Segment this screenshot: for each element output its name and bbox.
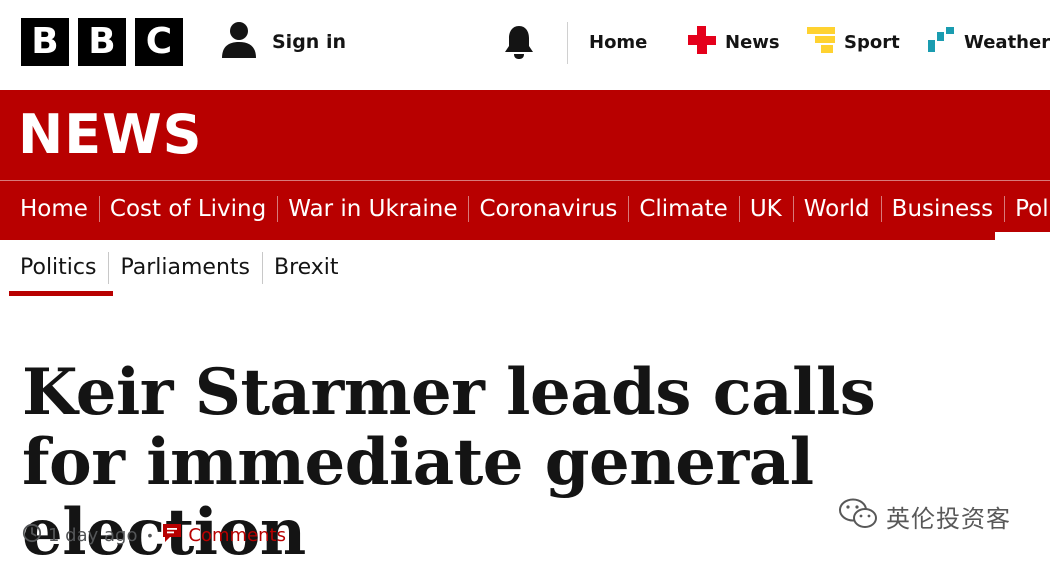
section-nav-world[interactable]: World bbox=[792, 181, 881, 237]
news-icon bbox=[688, 25, 716, 59]
section-nav-home[interactable]: Home bbox=[0, 181, 99, 237]
article-meta: 1 day ago • Comments bbox=[22, 521, 286, 549]
topnav-home[interactable]: Home bbox=[589, 22, 647, 62]
sub-nav-parliaments[interactable]: Parliaments bbox=[108, 244, 262, 292]
sub-nav-politics[interactable]: Politics bbox=[0, 244, 108, 292]
comments-link[interactable]: Comments bbox=[162, 523, 286, 548]
section-nav-coronavirus[interactable]: Coronavirus bbox=[468, 181, 628, 237]
meta-separator: • bbox=[147, 527, 153, 543]
published-time: 1 day ago bbox=[48, 524, 138, 546]
sub-nav: Politics Parliaments Brexit bbox=[0, 244, 351, 292]
news-wordmark[interactable]: NEWS bbox=[18, 104, 203, 166]
topnav-news-label: News bbox=[725, 31, 780, 53]
watermark-text: 英伦投资客 bbox=[886, 504, 1011, 533]
top-divider bbox=[567, 22, 568, 64]
section-nav-climate[interactable]: Climate bbox=[628, 181, 739, 237]
masthead-notch bbox=[995, 232, 1050, 240]
user-icon bbox=[220, 20, 258, 65]
active-subnav-indicator bbox=[9, 291, 113, 296]
comments-label: Comments bbox=[188, 524, 286, 546]
section-nav-cost-of-living[interactable]: Cost of Living bbox=[98, 181, 277, 237]
topnav-weather[interactable]: Weather bbox=[927, 22, 1050, 62]
sign-in-label: Sign in bbox=[272, 31, 346, 53]
logo-letter-b2: B bbox=[78, 18, 126, 66]
sign-in-button[interactable]: Sign in bbox=[220, 20, 346, 65]
section-nav-war-in-ukraine[interactable]: War in Ukraine bbox=[277, 181, 468, 237]
comment-icon bbox=[162, 523, 182, 548]
topnav-home-label: Home bbox=[589, 31, 648, 53]
section-nav-politics[interactable]: Poli bbox=[1004, 181, 1050, 237]
topnav-news[interactable]: News bbox=[688, 22, 780, 62]
clock-icon bbox=[22, 523, 42, 548]
wechat-watermark: 英伦投资客 bbox=[838, 498, 1011, 534]
top-bar: B B C Sign in Home News Sport Weather bbox=[0, 0, 1050, 90]
topnav-sport[interactable]: Sport bbox=[807, 22, 900, 62]
logo-letter-b1: B bbox=[21, 18, 69, 66]
logo-letter-c: C bbox=[135, 18, 183, 66]
bbc-logo[interactable]: B B C bbox=[21, 18, 183, 66]
wechat-icon bbox=[838, 497, 878, 536]
bell-icon bbox=[503, 26, 535, 64]
notifications-button[interactable] bbox=[503, 24, 535, 65]
section-nav: Home Cost of Living War in Ukraine Coron… bbox=[0, 181, 1050, 237]
section-nav-business[interactable]: Business bbox=[880, 181, 1004, 237]
sport-icon bbox=[807, 25, 835, 60]
topnav-weather-label: Weather bbox=[964, 31, 1050, 53]
section-nav-uk[interactable]: UK bbox=[738, 181, 793, 237]
weather-icon bbox=[927, 26, 955, 59]
topnav-sport-label: Sport bbox=[844, 31, 900, 53]
sub-nav-brexit[interactable]: Brexit bbox=[261, 244, 351, 292]
